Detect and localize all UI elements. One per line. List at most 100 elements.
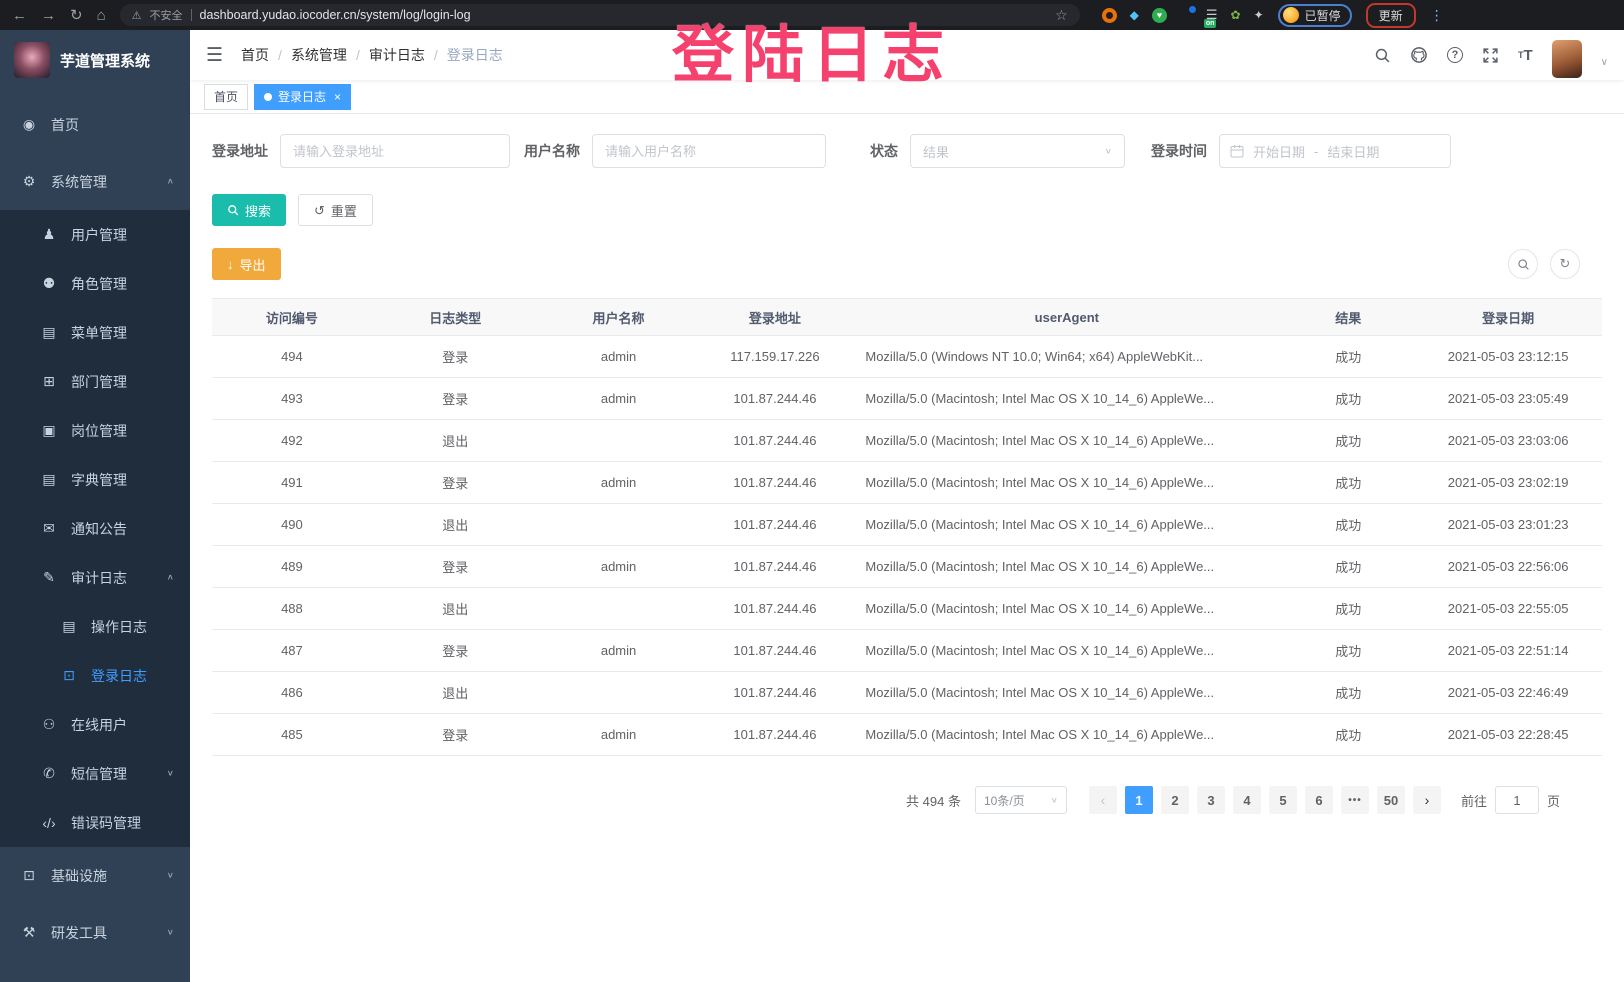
sidebar-item-role-mgmt[interactable]: ⚉角色管理 [0, 259, 190, 308]
refresh-table-icon[interactable]: ↻ [1550, 249, 1580, 279]
column-header: 登录日期 [1414, 299, 1602, 336]
sidebar-item-label: 菜单管理 [71, 323, 127, 343]
home-icon[interactable]: ⌂ [97, 8, 106, 23]
table-cell: 101.87.244.46 [698, 378, 851, 420]
user-avatar[interactable] [1552, 40, 1582, 78]
breadcrumb-separator: / [356, 47, 360, 63]
page-size-select[interactable]: 10条/页 ∨ [975, 786, 1067, 814]
column-header: 结果 [1282, 299, 1414, 336]
sidebar-item-post-mgmt[interactable]: ▣岗位管理 [0, 406, 190, 455]
tag-home[interactable]: 首页 [204, 84, 248, 110]
browser-menu-icon[interactable]: ⋮ [1430, 7, 1444, 24]
sidebar-item-infrastructure[interactable]: ⊡基础设施∨ [0, 847, 190, 904]
page-unit-label: 页 [1547, 791, 1560, 810]
table-row: 489登录admin101.87.244.46Mozilla/5.0 (Maci… [212, 546, 1602, 588]
list-on-icon[interactable]: ☰on [1206, 7, 1218, 23]
breadcrumb-system[interactable]: 系统管理 [291, 45, 347, 65]
pager-page-2[interactable]: 2 [1161, 786, 1189, 814]
refresh-icon: ↺ [314, 204, 325, 217]
search-icon[interactable] [1374, 47, 1391, 64]
health-heart-icon[interactable]: ♥ [1152, 8, 1167, 23]
pager-page-1[interactable]: 1 [1125, 786, 1153, 814]
table-cell: 492 [212, 420, 372, 462]
puzzle-icon[interactable]: ✦ [1254, 8, 1264, 22]
bookmark-star-icon[interactable]: ☆ [1055, 7, 1068, 24]
sidebar-item-system-mgmt[interactable]: ⚙系统管理∧ [0, 153, 190, 210]
tag-login-log-label: 登录日志 [278, 88, 326, 105]
sidebar-item-dept-mgmt[interactable]: ⊞部门管理 [0, 357, 190, 406]
table-row: 486退出101.87.244.46Mozilla/5.0 (Macintosh… [212, 672, 1602, 714]
browser-update-button[interactable]: 更新 [1366, 3, 1416, 28]
sidebar-item-operation-log[interactable]: ▤操作日志 [0, 602, 190, 651]
username-input[interactable] [592, 134, 826, 168]
table-cell: admin [539, 336, 699, 378]
pager-prev-button[interactable]: ‹ [1089, 786, 1117, 814]
pager-page-5[interactable]: 5 [1269, 786, 1297, 814]
login-address-input[interactable] [280, 134, 510, 168]
goto-label: 前往 [1461, 791, 1487, 810]
breadcrumb-audit[interactable]: 审计日志 [369, 45, 425, 65]
breadcrumb-home[interactable]: 首页 [241, 45, 269, 65]
app-frame: 芋道管理系统 ◉首页⚙系统管理∧♟用户管理⚉角色管理▤菜单管理⊞部门管理▣岗位管… [0, 30, 1624, 982]
sidebar-item-audit-log[interactable]: ✎审计日志∧ [0, 553, 190, 602]
sidebar-item-menu-mgmt[interactable]: ▤菜单管理 [0, 308, 190, 357]
table-cell: 101.87.244.46 [698, 504, 851, 546]
github-icon[interactable] [1410, 46, 1428, 64]
chevron-down-icon[interactable]: ∨ [1601, 57, 1608, 68]
sidebar-item-home[interactable]: ◉首页 [0, 96, 190, 153]
sidebar-item-label: 岗位管理 [71, 421, 127, 441]
table-row: 492退出101.87.244.46Mozilla/5.0 (Macintosh… [212, 420, 1602, 462]
pager-page-3[interactable]: 3 [1197, 786, 1225, 814]
sidebar-item-dict-mgmt[interactable]: ▤字典管理 [0, 455, 190, 504]
table-cell: 登录 [372, 630, 539, 672]
sidebar-item-login-log[interactable]: ⊡登录日志 [0, 651, 190, 700]
export-button-label: 导出 [240, 255, 266, 274]
gem-icon[interactable]: ◆ [1130, 8, 1139, 22]
browser-profile-paused-chip[interactable]: 已暂停 [1278, 4, 1352, 27]
close-icon[interactable]: × [334, 90, 341, 104]
table-cell: Mozilla/5.0 (Macintosh; Intel Mac OS X 1… [851, 462, 1282, 504]
table-cell: 2021-05-03 22:55:05 [1414, 588, 1602, 630]
adblock-icon[interactable] [1102, 8, 1117, 23]
pager-next-button[interactable]: › [1413, 786, 1441, 814]
tag-login-log[interactable]: 登录日志 × [254, 84, 351, 110]
address-bar[interactable]: ⚠ 不安全 dashboard.yudao.iocoder.cn/system/… [120, 4, 1080, 26]
pager-page-50[interactable]: 50 [1377, 786, 1405, 814]
sidebar-item-error-code-mgmt[interactable]: ‹/›错误码管理 [0, 798, 190, 847]
sidebar-item-user-mgmt[interactable]: ♟用户管理 [0, 210, 190, 259]
table-cell: admin [539, 630, 699, 672]
start-date-placeholder[interactable]: 开始日期 [1253, 142, 1305, 161]
top-navbar: ☰ 首页 / 系统管理 / 审计日志 / 登录日志 ? [190, 30, 1624, 80]
pager-page-6[interactable]: 6 [1305, 786, 1333, 814]
sidebar-item-online-users[interactable]: ⚇在线用户 [0, 700, 190, 749]
font-size-icon[interactable]: TT [1518, 48, 1533, 63]
search-button[interactable]: 搜索 [212, 194, 286, 226]
help-icon[interactable]: ? [1447, 47, 1463, 63]
back-icon[interactable]: ← [12, 8, 27, 23]
sidebar-item-notice[interactable]: ✉通知公告 [0, 504, 190, 553]
online-users-icon: ⚇ [40, 716, 58, 733]
sidebar-item-label: 短信管理 [71, 764, 127, 784]
breadcrumb-current: 登录日志 [447, 45, 503, 65]
sidebar-item-sms-mgmt[interactable]: ✆短信管理∨ [0, 749, 190, 798]
app-logo[interactable]: 芋道管理系统 [0, 30, 190, 90]
forward-icon[interactable]: → [41, 8, 56, 23]
end-date-placeholder[interactable]: 结束日期 [1327, 142, 1379, 161]
pager: ‹ 123456 ••• 50 › [1089, 786, 1441, 814]
status-select[interactable]: 结果 ∨ [910, 134, 1125, 168]
reset-button[interactable]: ↺ 重置 [298, 194, 373, 226]
pager-page-4[interactable]: 4 [1233, 786, 1261, 814]
apps-grid-icon[interactable] [1180, 9, 1193, 22]
sidebar-toggle-icon[interactable]: ☰ [206, 44, 223, 67]
export-button[interactable]: ↓ 导出 [212, 248, 281, 280]
login-time-range-picker[interactable]: 开始日期 - 结束日期 [1219, 134, 1451, 168]
toggle-search-icon[interactable] [1508, 249, 1538, 279]
fullscreen-icon[interactable] [1482, 47, 1499, 64]
table-row: 487登录admin101.87.244.46Mozilla/5.0 (Maci… [212, 630, 1602, 672]
sidebar-item-dev-tools[interactable]: ⚒研发工具∨ [0, 904, 190, 961]
pager-more-button[interactable]: ••• [1341, 786, 1369, 814]
table-cell: 101.87.244.46 [698, 546, 851, 588]
plant-icon[interactable]: ✿ [1231, 8, 1241, 22]
reload-icon[interactable]: ↻ [70, 8, 83, 23]
goto-page-input[interactable] [1495, 786, 1539, 814]
